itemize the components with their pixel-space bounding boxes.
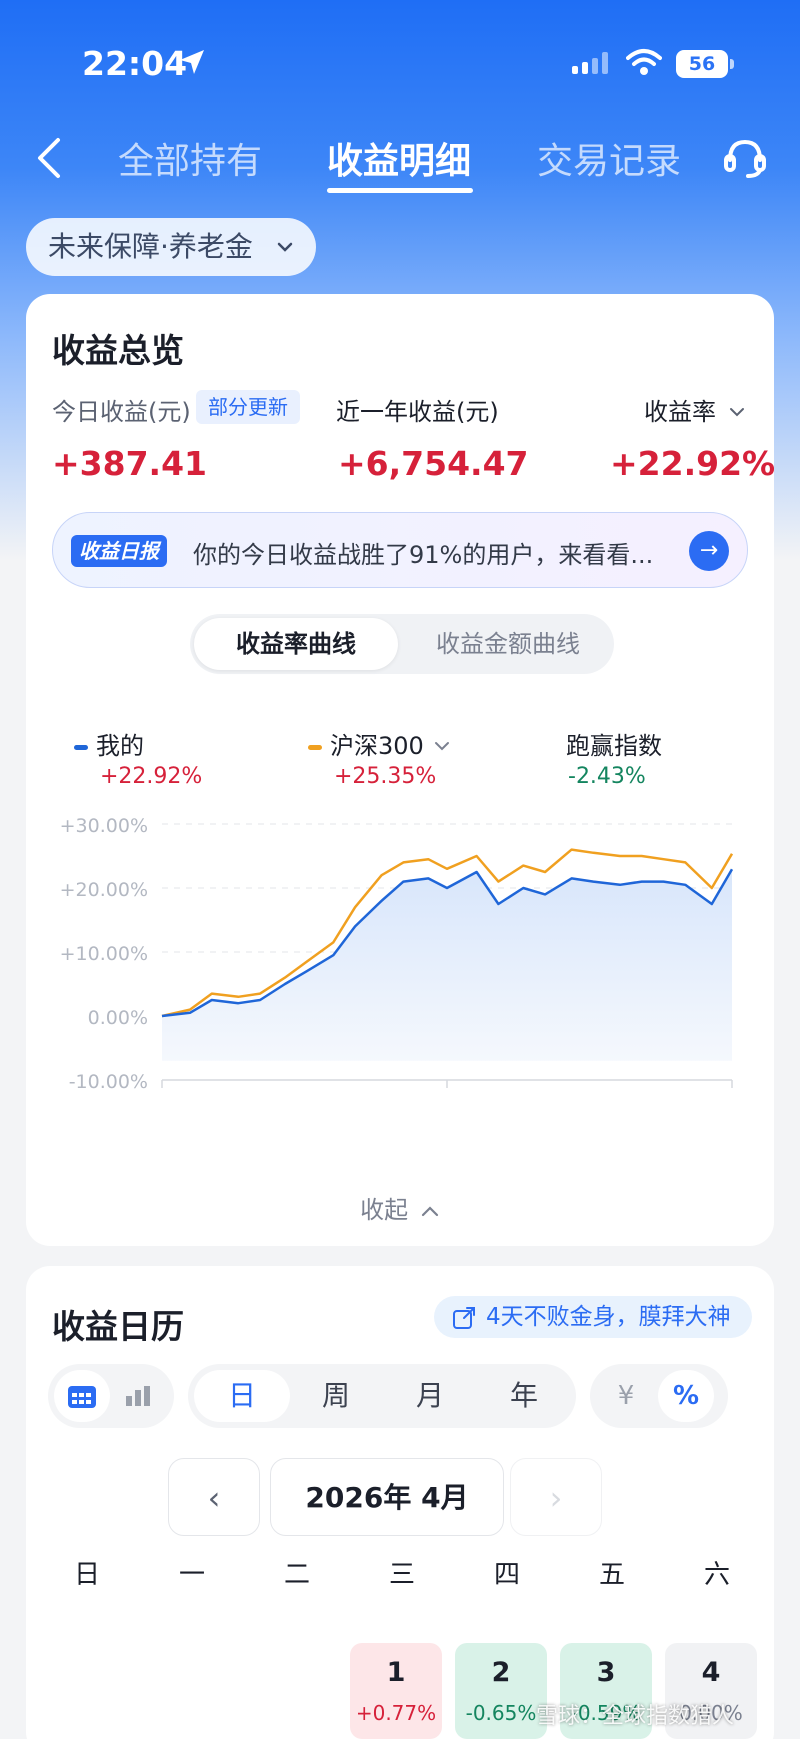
legend-beat-value: -2.43% <box>568 764 646 789</box>
legend-index[interactable]: 沪深300 <box>308 726 451 761</box>
external-link-icon <box>453 1307 475 1329</box>
top-nav: 全部持有 收益明细 交易记录 <box>0 120 800 200</box>
day-return: +0.77% <box>355 1701 437 1725</box>
chevron-down-icon <box>277 242 293 252</box>
y-tick-label: +10.00% <box>60 943 148 965</box>
partial-update-badge: 部分更新 <box>196 390 300 424</box>
unit-percent[interactable]: % <box>658 1370 714 1422</box>
period-day[interactable]: 日 <box>194 1370 290 1422</box>
day-return: -0.65% <box>465 1701 537 1725</box>
legend-mine-value: +22.92% <box>100 764 203 789</box>
return-rate-label: 收益率 <box>644 398 716 426</box>
day-number: 4 <box>701 1657 721 1688</box>
weekday-sun: 日 <box>73 1560 100 1590</box>
collapse-label: 收起 <box>360 1196 409 1224</box>
curve-toggle: 收益率曲线 收益金额曲线 <box>190 614 614 674</box>
day-number: 3 <box>596 1657 616 1688</box>
tab-all-holdings[interactable]: 全部持有 <box>118 132 262 184</box>
next-month-button[interactable]: › <box>510 1458 602 1536</box>
month-label[interactable]: 2026年 4月 <box>270 1458 504 1536</box>
wifi-icon <box>626 49 662 75</box>
unit-toggle: ¥ % <box>590 1364 728 1428</box>
income-overview-card: 收益总览 今日收益(元) 部分更新 +387.41 近一年收益(元) +6,75… <box>26 294 776 1246</box>
chevron-up-icon <box>421 1206 438 1217</box>
customer-service-icon[interactable] <box>722 134 768 180</box>
weekday-wed: 三 <box>388 1560 415 1590</box>
calendar-view-icon[interactable] <box>54 1370 110 1422</box>
legend-index-label: 沪深300 <box>330 732 424 760</box>
bar-chart-icon[interactable] <box>112 1370 168 1422</box>
return-rate-chart[interactable]: +30.00%+20.00%+10.00%0.00%-10.00%2025-04… <box>26 794 774 1094</box>
y-tick-label: -10.00% <box>69 1071 148 1093</box>
tab-rate-curve[interactable]: 收益率曲线 <box>194 618 398 670</box>
day-number: 1 <box>386 1657 406 1688</box>
calendar-day[interactable]: 2 -0.65% <box>455 1643 547 1739</box>
unit-yuan[interactable]: ¥ <box>598 1370 654 1422</box>
battery-tip <box>730 59 734 69</box>
product-selector-label: 未来保障·养老金 <box>48 230 253 263</box>
weekday-sat: 六 <box>703 1560 730 1590</box>
period-week[interactable]: 周 <box>288 1370 384 1422</box>
year-income-value: +6,754.47 <box>338 444 529 483</box>
income-calendar-card: 收益日历 4天不败金身，膜拜大神 日 周 月 年 ¥ % ‹ 2026年 4月 … <box>26 1266 774 1739</box>
today-income-label: 今日收益(元) <box>52 398 191 426</box>
back-icon[interactable] <box>30 136 70 180</box>
daily-report-tag: 收益日报 <box>71 535 167 567</box>
status-bar: 22:04 56 <box>0 0 800 120</box>
tab-amount-curve[interactable]: 收益金额曲线 <box>406 618 610 670</box>
active-tab-indicator <box>327 188 473 193</box>
weekday-thu: 四 <box>493 1560 520 1590</box>
tab-transactions[interactable]: 交易记录 <box>537 132 681 184</box>
y-tick-label: 0.00% <box>88 1007 148 1029</box>
return-rate-selector[interactable]: 收益率 <box>644 392 746 427</box>
period-year[interactable]: 年 <box>476 1370 572 1422</box>
legend-mine-label: 我的 <box>96 732 144 760</box>
series-area-mine <box>162 869 732 1061</box>
prev-month-button[interactable]: ‹ <box>168 1458 260 1536</box>
y-tick-label: +30.00% <box>60 815 148 837</box>
legend-swatch-index <box>308 744 322 750</box>
tab-income-detail[interactable]: 收益明细 <box>327 132 471 184</box>
chevron-down-icon <box>435 742 450 751</box>
weekday-fri: 五 <box>598 1560 625 1590</box>
y-tick-label: +20.00% <box>60 879 148 901</box>
day-number: 2 <box>491 1657 511 1688</box>
return-rate-value: +22.92% <box>610 444 776 483</box>
legend-beat-label: 跑赢指数 <box>566 732 662 760</box>
status-time: 22:04 <box>82 44 188 83</box>
legend-mine: 我的 <box>74 726 144 761</box>
daily-report-text: 你的今日收益战胜了91%的用户，来看看... <box>193 541 654 569</box>
daily-report-banner[interactable]: 收益日报 你的今日收益战胜了91%的用户，来看看... → <box>52 512 748 588</box>
streak-hint[interactable]: 4天不败金身，膜拜大神 <box>434 1296 752 1338</box>
period-month[interactable]: 月 <box>382 1370 478 1422</box>
overview-title: 收益总览 <box>52 331 184 370</box>
calendar-title: 收益日历 <box>52 1307 184 1346</box>
chevron-down-icon <box>729 408 744 417</box>
legend-swatch-mine <box>74 744 88 750</box>
weekday-mon: 一 <box>178 1560 205 1590</box>
year-income-label: 近一年收益(元) <box>336 398 499 426</box>
watermark: 雪球：全球指数猎人 <box>536 1704 735 1729</box>
legend-index-value: +25.35% <box>334 764 437 789</box>
calendar-day[interactable]: 1 +0.77% <box>350 1643 442 1739</box>
battery-indicator: 56 <box>676 50 728 78</box>
view-mode-toggle <box>48 1364 174 1428</box>
location-arrow-icon <box>180 50 204 74</box>
arrow-right-icon[interactable]: → <box>689 531 729 571</box>
today-income-value: +387.41 <box>52 444 207 483</box>
collapse-button[interactable]: 收起 <box>26 1190 774 1225</box>
period-selector: 日 周 月 年 <box>188 1364 576 1428</box>
streak-hint-text: 4天不败金身，膜拜大神 <box>486 1304 731 1330</box>
product-selector[interactable]: 未来保障·养老金 <box>26 218 316 276</box>
weekday-tue: 二 <box>283 1560 310 1590</box>
cellular-signal-icon <box>572 52 608 74</box>
